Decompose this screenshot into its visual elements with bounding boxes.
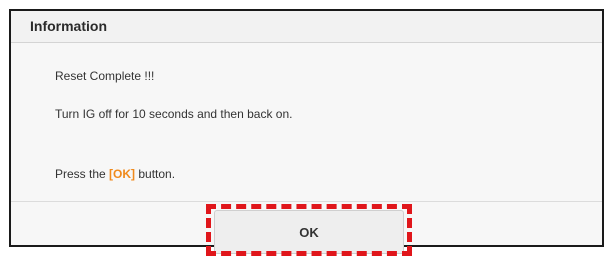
ignition-instruction-message: Turn IG off for 10 seconds and then back… [55, 107, 293, 121]
press-ok-suffix: button. [135, 167, 176, 181]
ok-highlight-text: [OK] [109, 167, 136, 181]
dialog-title: Information [30, 18, 107, 34]
dialog-body: Reset Complete !!! Turn IG off for 10 se… [11, 43, 602, 201]
press-ok-prefix: Press the [55, 167, 110, 181]
dialog-header: Information [11, 11, 602, 43]
ok-button[interactable]: OK [214, 210, 404, 254]
press-ok-message: Press the [OK] button. [55, 167, 175, 181]
reset-complete-message: Reset Complete !!! [55, 69, 155, 83]
